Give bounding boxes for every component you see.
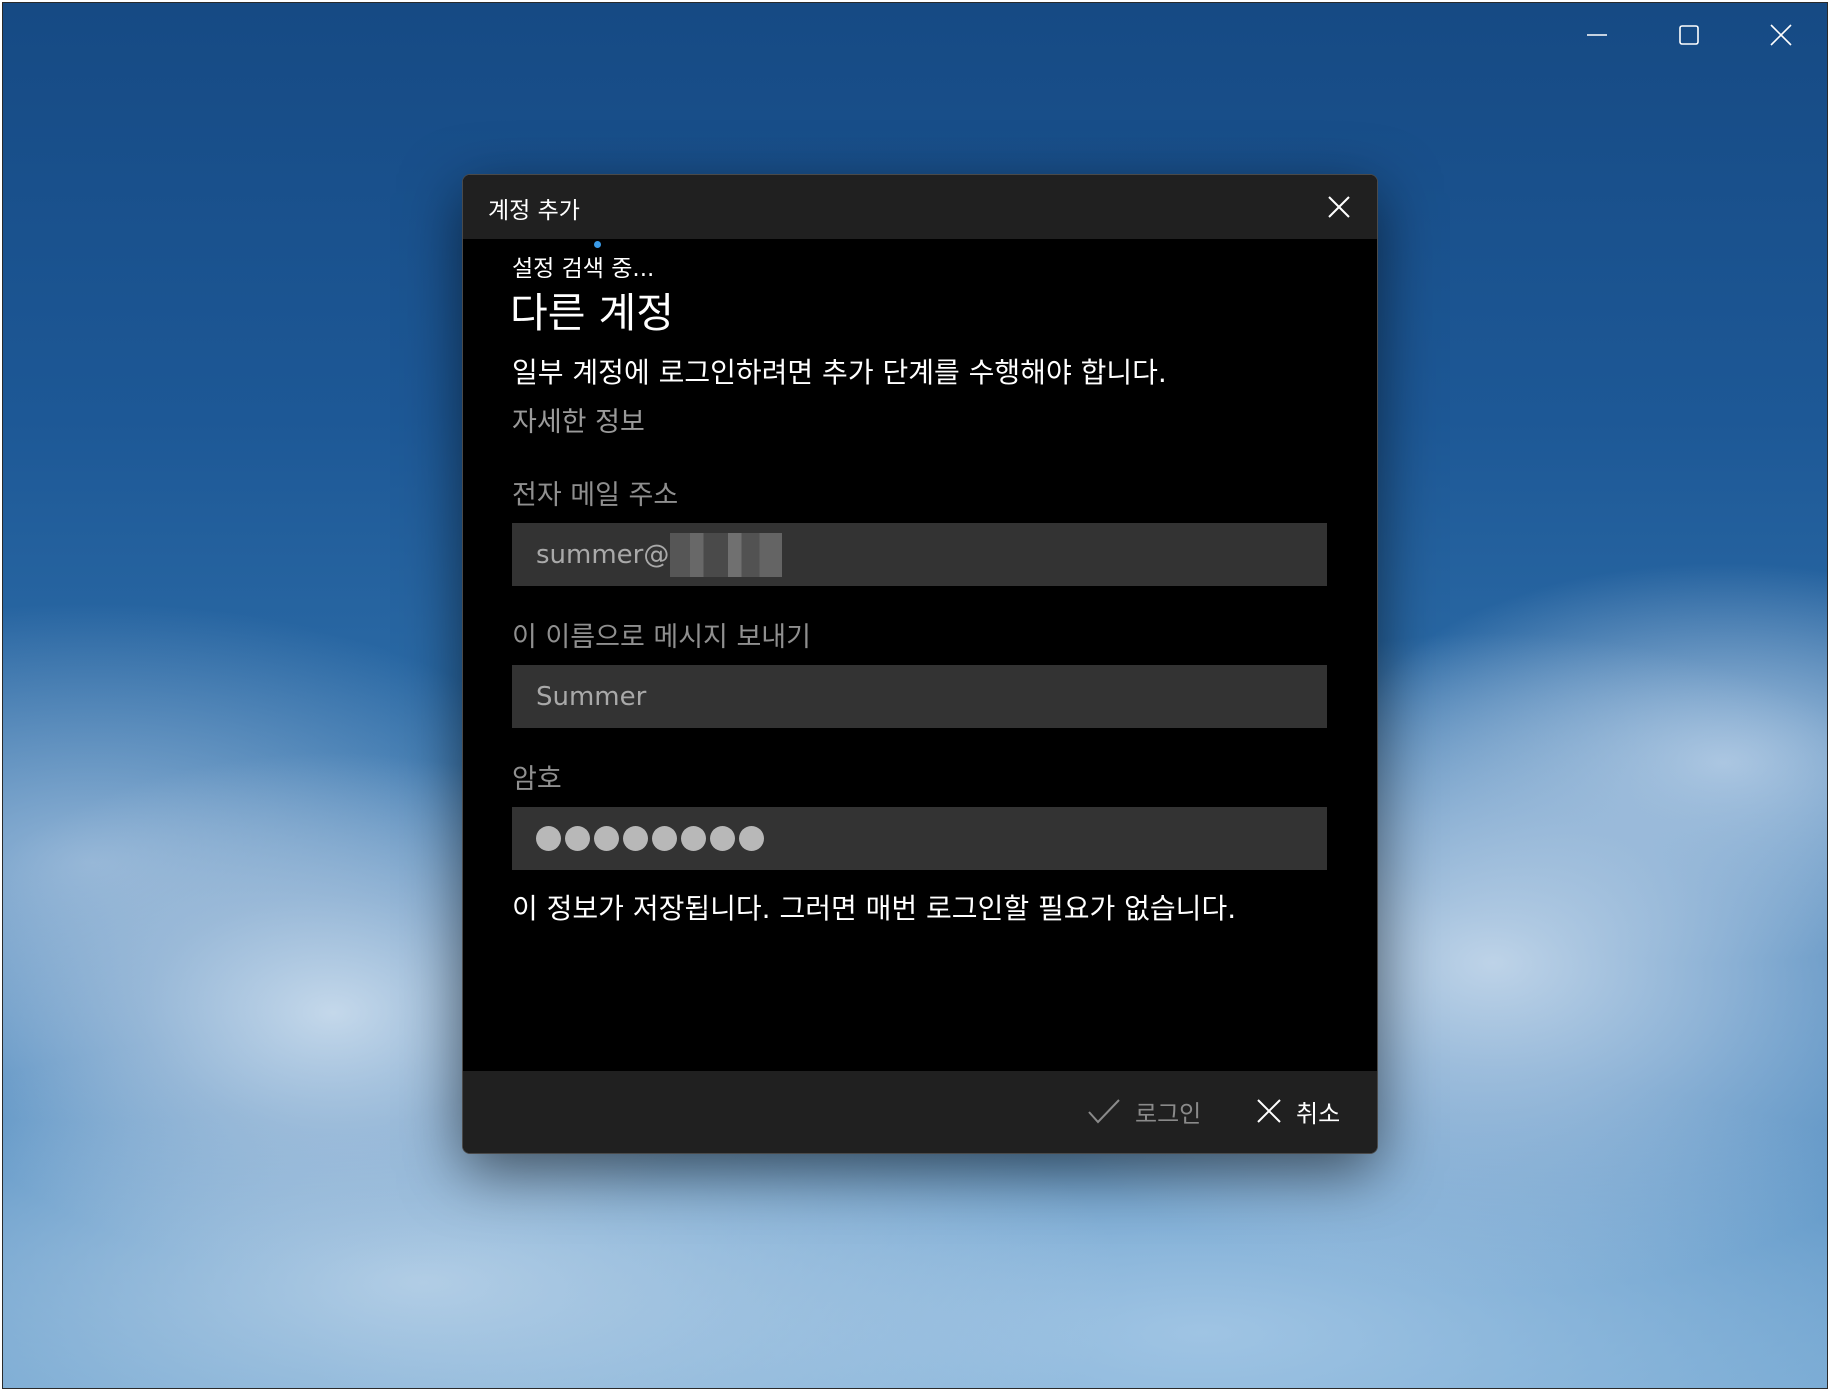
save-note: 이 정보가 저장됩니다. 그러면 매번 로그인할 필요가 없습니다. [512,892,1237,925]
close-icon [1328,196,1350,218]
password-dot [565,826,590,851]
minimize-button[interactable] [1551,3,1643,67]
maximize-button[interactable] [1643,3,1735,67]
password-dot [623,826,648,851]
email-value: summer@ [536,539,670,570]
close-icon [1257,1099,1281,1123]
display-name-value: Summer [536,681,647,712]
status-text: 설정 검색 중... [512,256,655,282]
progress-indicator [594,241,601,248]
info-text: 일부 계정에 로그인하려면 추가 단계를 수행해야 합니다. [512,356,1167,389]
add-account-dialog: 계정 추가 설정 검색 중... 다른 계정 일부 계정에 로그인하려면 추가 … [462,174,1378,1154]
close-icon [1770,24,1792,46]
dialog-title: 계정 추가 [488,198,580,224]
cancel-label: 취소 [1296,1099,1341,1128]
redacted-domain [670,532,783,577]
window-close-button[interactable] [1735,3,1827,67]
login-button[interactable]: 로그인 [1087,1091,1201,1131]
mail-app-window: 계정 추가 설정 검색 중... 다른 계정 일부 계정에 로그인하려면 추가 … [2,2,1828,1389]
password-field[interactable] [512,807,1327,870]
checkmark-icon [1088,1099,1120,1124]
email-label: 전자 메일 주소 [512,480,679,511]
dialog-titlebar: 계정 추가 [463,175,1377,239]
display-name-field[interactable]: Summer [512,665,1327,728]
password-dot [536,826,561,851]
window-caption-controls [1551,3,1827,67]
password-dot [710,826,735,851]
password-dot [681,826,706,851]
password-dot [739,826,764,851]
display-name-label: 이 이름으로 메시지 보내기 [512,622,811,653]
email-field[interactable]: summer@ [512,523,1327,586]
more-info-link[interactable]: 자세한 정보 [512,400,645,439]
dialog-close-button[interactable] [1319,187,1359,227]
password-mask [536,826,764,851]
page-heading: 다른 계정 [510,289,674,337]
login-label: 로그인 [1135,1099,1202,1128]
dialog-footer: 로그인 취소 [463,1071,1377,1153]
minimize-icon [1587,34,1607,36]
password-label: 암호 [512,764,562,795]
maximize-icon [1679,25,1699,45]
cancel-button[interactable]: 취소 [1256,1091,1340,1131]
password-dot [594,826,619,851]
password-dot [652,826,677,851]
